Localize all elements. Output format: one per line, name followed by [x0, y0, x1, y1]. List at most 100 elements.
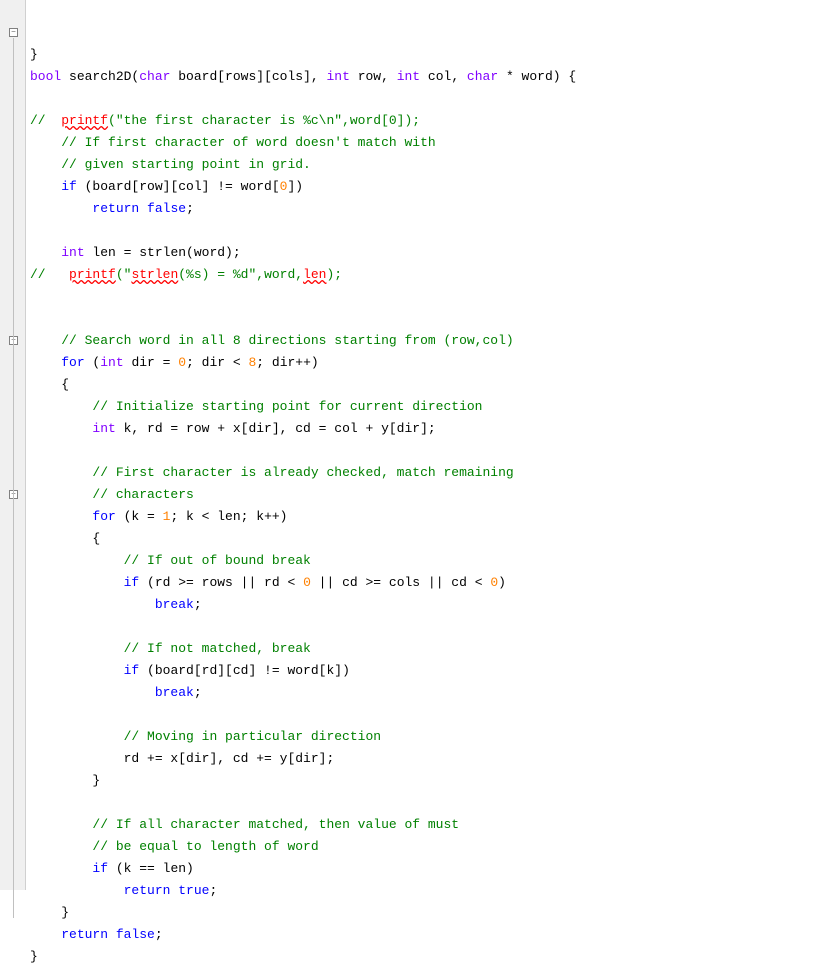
code-line[interactable]: return false;: [30, 198, 821, 220]
code-editor[interactable]: } bool search2D(char board[rows][cols], i…: [26, 0, 825, 890]
code-line[interactable]: int k, rd = row + x[dir], cd = col + y[d…: [30, 418, 821, 440]
code-line[interactable]: if (board[row][col] != word[0]): [30, 176, 821, 198]
token-op: len = strlen(word);: [85, 245, 241, 260]
token-cm: // If not matched, break: [124, 641, 311, 656]
code-line[interactable]: // Search word in all 8 directions start…: [30, 330, 821, 352]
token-cm: // Search word in all 8 directions start…: [61, 333, 513, 348]
token-op: {: [61, 377, 69, 392]
token-op: k, rd = row + x[dir], cd = col + y[dir];: [116, 421, 436, 436]
code-line[interactable]: rd += x[dir], cd += y[dir];: [30, 748, 821, 770]
token-cm: // If all character matched, then value …: [92, 817, 459, 832]
code-line[interactable]: return false;: [30, 924, 821, 946]
code-line[interactable]: // If not matched, break: [30, 638, 821, 660]
token-kw: false: [116, 927, 155, 942]
fold-gutter: [0, 0, 26, 890]
token-op: row,: [350, 69, 397, 84]
token-sq: strlen: [131, 267, 178, 282]
fold-toggle-icon[interactable]: [9, 28, 18, 37]
code-line[interactable]: [30, 616, 821, 638]
code-line[interactable]: // If out of bound break: [30, 550, 821, 572]
code-line[interactable]: if (board[rd][cd] != word[k]): [30, 660, 821, 682]
code-line[interactable]: }: [30, 770, 821, 792]
token-num: 0: [490, 575, 498, 590]
token-num: 0: [178, 355, 186, 370]
token-kw: for: [61, 355, 84, 370]
token-sq: printf: [61, 113, 108, 128]
token-op: * word) {: [498, 69, 576, 84]
token-cm: (%s) = %d",word,: [178, 267, 303, 282]
code-line[interactable]: int len = strlen(word);: [30, 242, 821, 264]
token-op: ; dir++): [256, 355, 318, 370]
token-type: int: [61, 245, 84, 260]
code-line[interactable]: [30, 286, 821, 308]
code-line[interactable]: // printf("the first character is %c\n",…: [30, 110, 821, 132]
token-op: ): [498, 575, 506, 590]
token-kw: return: [124, 883, 171, 898]
token-op: {: [92, 531, 100, 546]
code-line[interactable]: // Moving in particular direction: [30, 726, 821, 748]
code-line[interactable]: if (rd >= rows || rd < 0 || cd >= cols |…: [30, 572, 821, 594]
token-op: (: [85, 355, 101, 370]
code-line[interactable]: [30, 220, 821, 242]
token-cm: );: [326, 267, 342, 282]
token-op: || cd >= cols || cd <: [311, 575, 490, 590]
code-line[interactable]: // First character is already checked, m…: [30, 462, 821, 484]
token-op: [108, 927, 116, 942]
token-op: ;: [194, 597, 202, 612]
code-line[interactable]: break;: [30, 594, 821, 616]
token-cm: //: [30, 267, 69, 282]
token-sq: printf: [69, 267, 116, 282]
code-line[interactable]: break;: [30, 682, 821, 704]
token-op: (board[row][col] != word[: [77, 179, 280, 194]
code-line[interactable]: // printf("strlen(%s) = %d",word,len);: [30, 264, 821, 286]
token-kw: if: [61, 179, 77, 194]
code-line[interactable]: bool search2D(char board[rows][cols], in…: [30, 66, 821, 88]
code-line[interactable]: if (k == len): [30, 858, 821, 880]
code-line[interactable]: // If first character of word doesn't ma…: [30, 132, 821, 154]
token-op: ;: [194, 685, 202, 700]
token-kw: if: [124, 663, 140, 678]
token-cm: // be equal to length of word: [92, 839, 318, 854]
code-line[interactable]: // characters: [30, 484, 821, 506]
code-line[interactable]: [30, 704, 821, 726]
code-line[interactable]: }: [30, 44, 821, 66]
token-op: ; k < len; k++): [170, 509, 287, 524]
token-cm: ("the first character is %c\n",word[0]);: [108, 113, 420, 128]
token-type: int: [92, 421, 115, 436]
code-line[interactable]: for (k = 1; k < len; k++): [30, 506, 821, 528]
code-line[interactable]: [30, 308, 821, 330]
code-line[interactable]: [30, 88, 821, 110]
code-line[interactable]: [30, 440, 821, 462]
code-line[interactable]: // If all character matched, then value …: [30, 814, 821, 836]
code-line[interactable]: return true;: [30, 880, 821, 902]
code-line[interactable]: [30, 792, 821, 814]
token-type: int: [397, 69, 420, 84]
code-line[interactable]: }: [30, 946, 821, 968]
code-line[interactable]: {: [30, 528, 821, 550]
token-cm: // Moving in particular direction: [124, 729, 381, 744]
token-type: char: [467, 69, 498, 84]
token-op: }: [30, 47, 38, 62]
token-op: board[rows][cols],: [170, 69, 326, 84]
token-cm: (": [116, 267, 132, 282]
token-op: ;: [209, 883, 217, 898]
token-type: bool: [30, 69, 61, 84]
code-line[interactable]: for (int dir = 0; dir < 8; dir++): [30, 352, 821, 374]
token-kw: break: [155, 597, 194, 612]
token-type: char: [139, 69, 170, 84]
token-op: dir =: [124, 355, 179, 370]
token-kw: if: [124, 575, 140, 590]
code-line[interactable]: // Initialize starting point for current…: [30, 396, 821, 418]
code-line[interactable]: // be equal to length of word: [30, 836, 821, 858]
code-line[interactable]: }: [30, 902, 821, 924]
token-cm: // First character is already checked, m…: [92, 465, 513, 480]
token-kw: false: [147, 201, 186, 216]
code-line[interactable]: // given starting point in grid.: [30, 154, 821, 176]
token-op: ;: [186, 201, 194, 216]
token-op: }: [30, 949, 38, 964]
code-line[interactable]: {: [30, 374, 821, 396]
token-kw: true: [178, 883, 209, 898]
token-cm: // If first character of word doesn't ma…: [61, 135, 435, 150]
token-op: [139, 201, 147, 216]
token-op: rd += x[dir], cd += y[dir];: [124, 751, 335, 766]
